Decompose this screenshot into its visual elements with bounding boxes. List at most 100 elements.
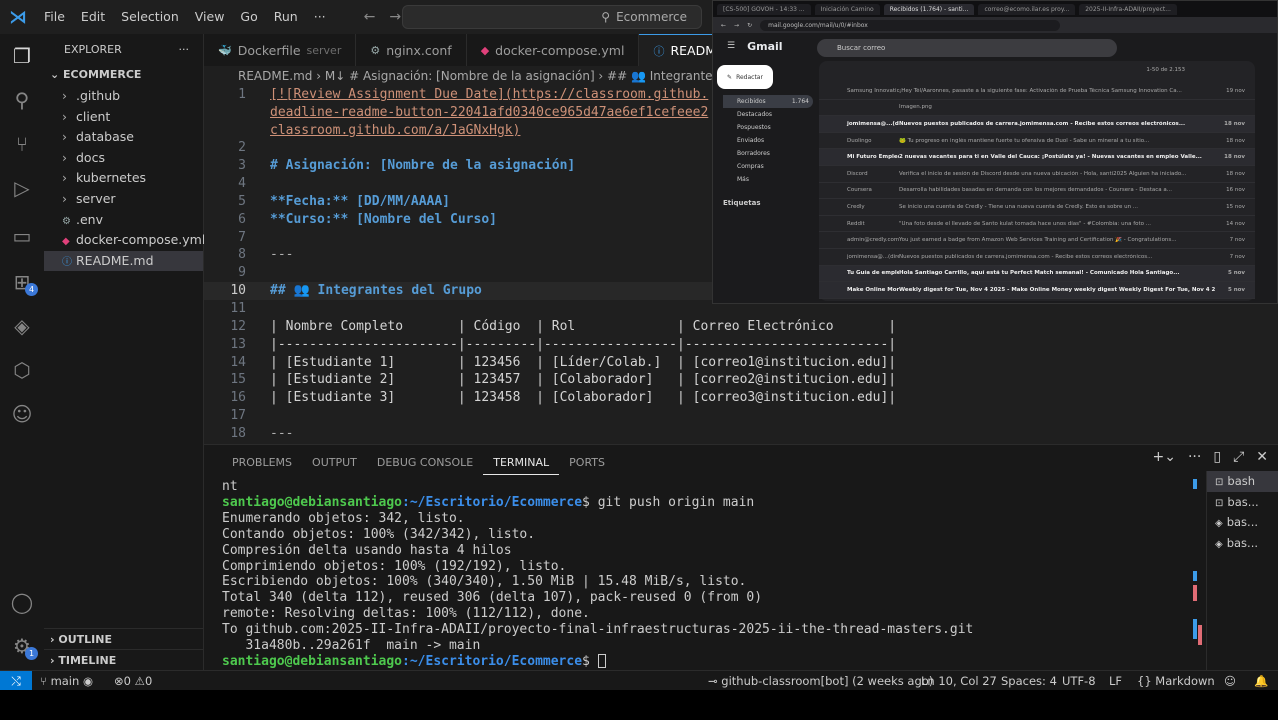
- panel-tab-ports[interactable]: PORTS: [559, 451, 615, 475]
- branch-indicator[interactable]: ⑂ main ◉: [40, 671, 93, 691]
- gmail-message-row[interactable]: Make Online Money...Weekly digest for Tu…: [819, 282, 1255, 299]
- containers-icon[interactable]: ⬡: [8, 356, 36, 384]
- tree-file-readme[interactable]: ⓘ README.md: [44, 250, 203, 272]
- terminal-list-item[interactable]: ◈ bas...: [1207, 512, 1278, 533]
- gmail-nav-sent[interactable]: Enviados: [723, 134, 813, 147]
- gmail-message-row[interactable]: Credly Se inicio una cuenta de Credly - T…: [819, 199, 1255, 216]
- reload-icon[interactable]: ↻: [747, 22, 752, 29]
- gmail-nav-snoozed[interactable]: Pospuestos: [723, 121, 813, 134]
- browser-tab-active[interactable]: Recibidos (1.764) - santi...: [883, 3, 975, 15]
- tree-folder-server[interactable]: › server: [44, 189, 203, 210]
- search-view-icon[interactable]: ⚲: [8, 86, 36, 114]
- remote-explorer-icon[interactable]: ▭: [8, 222, 36, 250]
- copilot-icon[interactable]: ☺: [8, 400, 36, 428]
- gmail-message-row[interactable]: Discord Verifica el inicio de sesión de D…: [819, 166, 1255, 183]
- gmail-nav-drafts[interactable]: Borradores: [723, 147, 813, 160]
- tree-file-env[interactable]: ⚙ .env: [44, 210, 203, 231]
- terminal-line: Total 340 (delta 112), reused 306 (delta…: [222, 590, 763, 606]
- menu-view[interactable]: View: [187, 0, 233, 34]
- terminal-output[interactable]: nt santiago@debiansantiago:~/Escritorio/E…: [222, 479, 1188, 669]
- explorer-icon[interactable]: ❐: [8, 42, 36, 70]
- language-mode[interactable]: {} Markdown: [1137, 671, 1215, 691]
- tree-folder-client[interactable]: › client: [44, 107, 203, 128]
- menu-go[interactable]: Go: [232, 0, 265, 34]
- back-arrow-icon[interactable]: ←: [364, 9, 390, 25]
- gmail-nav-purchases[interactable]: Compras: [723, 160, 813, 173]
- browser-tab[interactable]: [CS-500] GOVOH - 14:33 ...: [717, 3, 811, 15]
- encoding[interactable]: UTF-8: [1062, 671, 1096, 691]
- maximize-panel-icon[interactable]: ⤢: [1233, 449, 1244, 465]
- forward-arrow-icon[interactable]: →: [734, 22, 739, 29]
- notifications-bell-icon[interactable]: 🔔: [1254, 671, 1268, 691]
- gmail-message-row[interactable]: Tu Guía de empleos.Hola Santiago Carrill…: [819, 265, 1255, 283]
- menu-edit[interactable]: Edit: [73, 0, 113, 34]
- back-arrow-icon[interactable]: ←: [721, 22, 726, 29]
- more-actions-icon[interactable]: ···: [1188, 449, 1201, 465]
- gmail-nav-starred[interactable]: Destacados: [723, 108, 813, 121]
- tree-folder-docs[interactable]: › docs: [44, 148, 203, 169]
- new-terminal-plus-icon[interactable]: +⌄: [1153, 449, 1176, 465]
- panel-tab-debug-console[interactable]: DEBUG CONSOLE: [367, 451, 483, 475]
- source-control-icon[interactable]: ⑂: [8, 130, 36, 158]
- info-icon: ⓘ: [653, 44, 665, 58]
- tree-folder-kubernetes[interactable]: › kubernetes: [44, 168, 203, 189]
- cursor-position[interactable]: Ln 10, Col 27: [921, 671, 997, 691]
- menu-run[interactable]: Run: [266, 0, 306, 34]
- gmail-message-row[interactable]: Imagen.png: [819, 100, 1255, 117]
- terminal-scrollbar[interactable]: [1190, 475, 1202, 665]
- menu-selection[interactable]: Selection: [113, 0, 187, 34]
- explorer-more-button[interactable]: ···: [179, 43, 190, 56]
- extensions-icon[interactable]: ⊞ 4: [8, 268, 38, 296]
- tab-nginx-conf[interactable]: ⚙ nginx.conf: [356, 34, 467, 66]
- settings-gear-icon[interactable]: ⚙ 1: [8, 632, 38, 660]
- gmail-message-row[interactable]: Samsung Innovation ¡Hey Tél/Aaronnes, pas…: [819, 83, 1255, 100]
- gmail-nav-more[interactable]: Más: [723, 173, 813, 186]
- terminal-list-item[interactable]: ◈ bas...: [1207, 533, 1278, 554]
- url-field[interactable]: mail.google.com/mail/u/0/#inbox: [760, 19, 1061, 31]
- command-center-search[interactable]: ⚲ Ecommerce: [402, 5, 702, 29]
- hamburger-menu-icon[interactable]: ☰: [727, 41, 735, 51]
- whale-icon: 🐳: [218, 43, 232, 57]
- gmail-nav-inbox[interactable]: Recibidos 1.764: [723, 95, 813, 108]
- accounts-icon[interactable]: ◯: [8, 588, 36, 616]
- terminal-list-item[interactable]: ⊡ bash: [1207, 471, 1278, 492]
- gmail-message-row[interactable]: admin@credly.com You just earned a badge …: [819, 232, 1255, 249]
- git-blame-indicator[interactable]: ⊸ github-classroom[bot] (2 weeks ago): [708, 671, 933, 691]
- tree-folder-database[interactable]: › database: [44, 127, 203, 148]
- workspace-root[interactable]: ⌄ ECOMMERCE: [44, 64, 203, 86]
- gmail-message-row[interactable]: Reddit "Una foto desde el llevado de Sant…: [819, 216, 1255, 233]
- terminal-list-item[interactable]: ⊡ bas...: [1207, 492, 1278, 513]
- browser-tab[interactable]: 2025-II-Infra-ADAII/proyect...: [1079, 3, 1177, 15]
- panel-tab-problems[interactable]: PROBLEMS: [222, 451, 302, 475]
- gmail-message-row[interactable]: Duolingo 🐸 Tu progreso en inglés mantiene…: [819, 133, 1255, 150]
- outline-section[interactable]: › OUTLINE: [44, 628, 204, 649]
- problems-indicator[interactable]: ⊗0 ⚠0: [114, 671, 152, 691]
- browser-tab[interactable]: Iniciación Camino: [814, 3, 880, 15]
- split-terminal-icon[interactable]: ▯: [1213, 449, 1221, 465]
- python-icon[interactable]: ◈: [8, 312, 36, 340]
- gmail-message-row[interactable]: jomimensa@...(direct.Nuevos puestos publ…: [819, 116, 1255, 133]
- gmail-browser-window[interactable]: [CS-500] GOVOH - 14:33 ... Iniciación Ca…: [712, 0, 1278, 304]
- tab-dockerfile[interactable]: 🐳 Dockerfile server: [204, 34, 357, 66]
- gmail-message-row[interactable]: Coursera Desarrolla habilidades basadas e…: [819, 183, 1255, 200]
- gmail-message-row[interactable]: Mi Futuro Empleo 2 nuevas vacantes para t…: [819, 149, 1255, 166]
- remote-indicator-icon[interactable]: ⤭: [0, 671, 32, 691]
- compose-button[interactable]: ✎ Redactar: [717, 65, 773, 89]
- end-of-line[interactable]: LF: [1109, 671, 1122, 691]
- run-debug-icon[interactable]: ▷: [8, 174, 36, 202]
- close-panel-icon[interactable]: ✕: [1256, 449, 1268, 465]
- gmail-message-row[interactable]: jomimensa@...(direct.Nuevos puestos publ…: [819, 249, 1255, 266]
- gmail-search-input[interactable]: Buscar correo: [817, 39, 1117, 57]
- copilot-status-icon[interactable]: ☺: [1224, 671, 1236, 691]
- tree-folder-github[interactable]: › .github: [44, 86, 203, 107]
- timeline-section[interactable]: › TIMELINE: [44, 649, 204, 670]
- menu-more[interactable]: ···: [306, 0, 334, 34]
- menu-file[interactable]: File: [36, 0, 73, 34]
- tab-docker-compose[interactable]: ◆ docker-compose.yml: [467, 34, 640, 66]
- gmail-message-date: 18 nov: [1224, 120, 1245, 127]
- panel-tab-terminal[interactable]: TERMINAL: [483, 451, 560, 475]
- tree-file-docker-compose[interactable]: ◆ docker-compose.yml: [44, 230, 205, 251]
- panel-tab-output[interactable]: OUTPUT: [302, 451, 367, 475]
- indentation[interactable]: Spaces: 4: [1001, 671, 1057, 691]
- browser-tab[interactable]: correo@ecomo.ilar.es proy...: [978, 3, 1076, 15]
